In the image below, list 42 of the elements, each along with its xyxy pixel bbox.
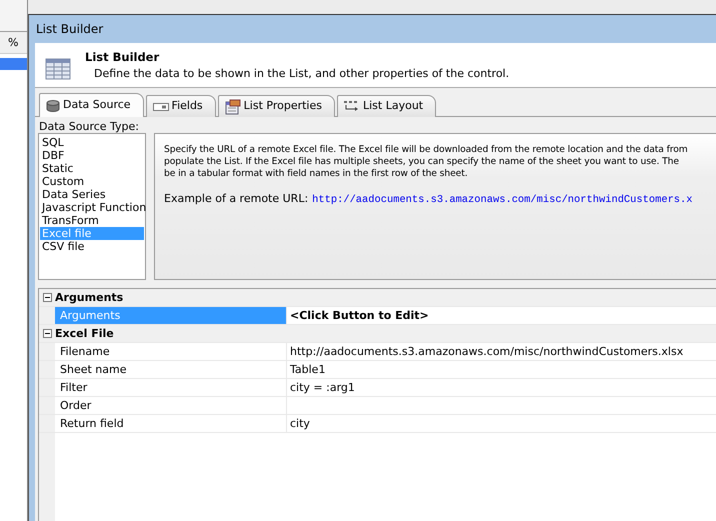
collapse-icon[interactable] xyxy=(42,293,52,302)
list-item[interactable]: Data Series xyxy=(40,188,144,201)
window-title: List Builder xyxy=(35,21,104,38)
property-value[interactable]: Table1 xyxy=(287,361,716,378)
selected-row xyxy=(0,58,27,70)
property-name[interactable]: Order xyxy=(55,397,287,414)
grid-icon xyxy=(45,58,71,80)
tab[interactable]: List Properties xyxy=(218,95,335,117)
example-url[interactable]: http://aadocuments.s3.amazonaws.com/misc/northwindCustomers.x xyxy=(312,193,693,209)
tab[interactable]: Data Source xyxy=(39,93,144,117)
tab[interactable]: List Layout xyxy=(337,95,436,117)
tab[interactable]: Fields xyxy=(146,95,216,117)
database-icon xyxy=(46,100,60,112)
data-source-type-label: Data Source Type: xyxy=(38,119,140,133)
example-label: Example of a remote URL: xyxy=(164,191,308,207)
properties-icon xyxy=(224,98,241,114)
list-item[interactable]: TransForm xyxy=(40,214,144,227)
list-item[interactable]: CSV file xyxy=(40,240,144,253)
header-subtitle: Define the data to be shown in the List, and other properties of the control. xyxy=(94,66,510,82)
property-value[interactable]: city = :arg1 xyxy=(287,379,716,396)
edit-prompt[interactable]: <Click Button to Edit> xyxy=(287,307,716,324)
description-line: populate the List. If the Excel file has multiple sheets, you can specify the name of the sheet you want to use. The xyxy=(164,156,680,168)
property-value[interactable]: http://aadocuments.s3.amazonaws.com/misc/northwindCustomers.xlsx xyxy=(287,343,716,360)
property-name[interactable]: Filename xyxy=(55,343,287,360)
list-item[interactable]: Javascript Function xyxy=(40,201,144,214)
property-value[interactable]: city xyxy=(287,415,716,432)
field-icon xyxy=(152,102,169,110)
property-name[interactable]: Return field xyxy=(55,415,287,432)
description-line: be in a tabular format with field names in the first row of the sheet. xyxy=(164,168,469,180)
list-item[interactable]: Custom xyxy=(40,175,144,188)
collapse-icon[interactable] xyxy=(42,329,52,338)
property-name[interactable]: Sheet name xyxy=(55,361,287,378)
property-name[interactable]: Filter xyxy=(55,379,287,396)
group-title: Arguments xyxy=(55,289,716,306)
group-title: Excel File xyxy=(55,325,716,342)
list-item[interactable]: SQL xyxy=(40,136,144,149)
column-header: % xyxy=(0,32,27,54)
list-item[interactable]: DBF xyxy=(40,149,144,162)
layout-icon xyxy=(344,101,360,112)
description-line: Specify the URL of a remote Excel file. The Excel file will be downloaded from the remote location and the data from xyxy=(164,144,689,156)
list-item[interactable]: Static xyxy=(40,162,144,175)
header-title: List Builder xyxy=(85,49,160,66)
